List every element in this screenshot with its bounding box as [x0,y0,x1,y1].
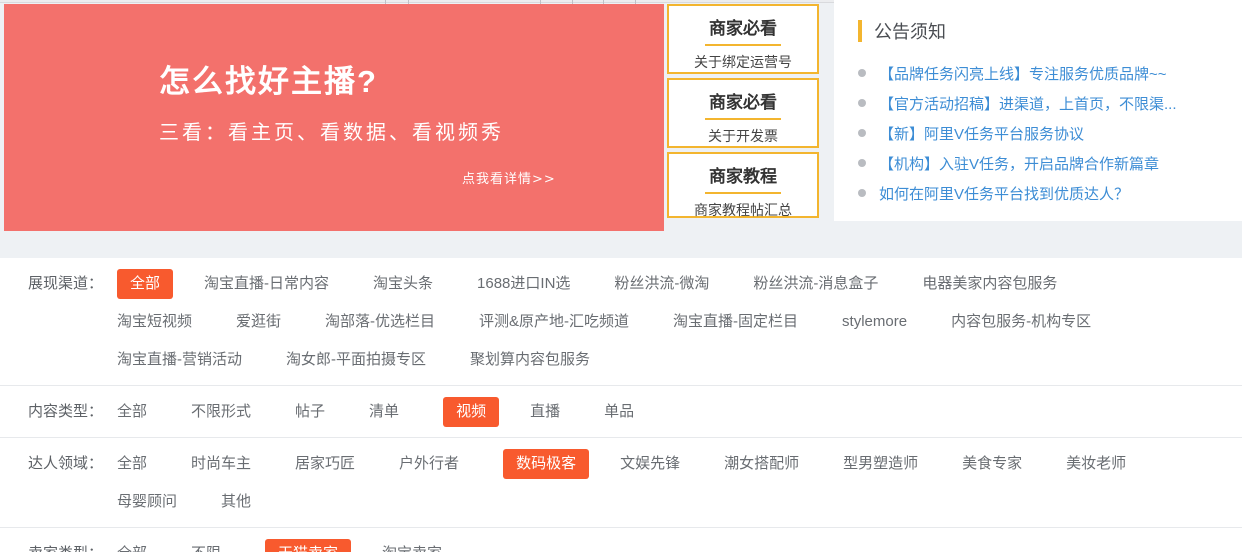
merchant-card[interactable]: 商家必看关于开发票 [667,78,819,148]
banner-subtitle: 三看：看主页、看数据、看视频秀 [159,116,504,145]
filter-option[interactable]: 淘女郎-平面拍摄专区 [286,350,426,370]
header-section: 怎么找好主播? 三看：看主页、看数据、看视频秀 点我看详情>> 商家必看关于绑定… [0,0,1242,232]
announcement-link[interactable]: 【官方活动招稿】进渠道，上首页，不限渠... [879,93,1177,114]
filter-option[interactable]: 全部 [117,544,147,552]
card-subtitle-link[interactable]: 关于绑定运营号 [669,52,817,72]
filter-option-selected[interactable]: 天猫卖家 [265,539,351,552]
filter-option[interactable]: 全部 [117,454,147,474]
filter-option[interactable]: 淘宝短视频 [117,312,192,332]
filter-label: 展现渠道： [0,265,117,379]
filter-option-row: 母婴顾问 其他 [117,483,1242,521]
bullet-icon [858,129,866,137]
filter-option[interactable]: 淘宝直播-日常内容 [204,274,329,294]
announcement-link[interactable]: 如何在阿里V任务平台找到优质达人？ [879,183,1129,204]
filter-option[interactable]: 电器美家内容包服务 [922,274,1057,294]
banner-cta-link[interactable]: 点我看详情>> [462,168,556,187]
card-subtitle-link[interactable]: 关于开发票 [669,126,817,146]
filter-option-row: 淘宝直播-营销活动 淘女郎-平面拍摄专区 聚划算内容包服务 [117,341,1242,379]
filter-option[interactable]: 户外行者 [399,454,459,474]
filter-option[interactable]: 爱逛街 [236,312,281,332]
filter-option[interactable]: 帖子 [295,402,325,422]
announcement-link[interactable]: 【机构】入驻V任务，开启品牌合作新篇章 [879,153,1159,174]
filter-option[interactable]: 淘宝头条 [373,274,433,294]
announcement-link[interactable]: 【品牌任务闪亮上线】专注服务优质品牌~~ [879,63,1167,84]
filter-label: 达人领域： [0,445,117,521]
filter-section-seller-type: 卖家类型：全部 不限 天猫卖家 淘宝卖家 [0,527,1242,552]
filter-option[interactable]: 不限 [191,544,221,552]
announcement-list: 【品牌任务闪亮上线】专注服务优质品牌~~ 【官方活动招稿】进渠道，上首页，不限渠.… [858,58,1228,208]
title-bar-icon [858,20,862,42]
card-divider-icon [705,44,781,46]
filter-option[interactable]: 文娱先锋 [620,454,680,474]
card-title: 商家必看 [669,88,817,113]
filter-option[interactable]: stylemore [842,312,907,332]
filter-option[interactable]: 聚划算内容包服务 [470,350,590,370]
announcement-item[interactable]: 如何在阿里V任务平台找到优质达人？ [858,178,1228,208]
filter-option-row: 全部 不限 天猫卖家 淘宝卖家 [117,535,1242,552]
announcement-item[interactable]: 【机构】入驻V任务，开启品牌合作新篇章 [858,148,1228,178]
tab-strip [0,0,834,3]
bullet-icon [858,69,866,77]
filter-section-display-channel: 展现渠道：全部 淘宝直播-日常内容 淘宝头条 1688进口IN选 粉丝洪流-微淘 粉丝洪流… [0,258,1242,385]
filter-option[interactable]: 评测&原产地-汇吃频道 [479,312,629,332]
filter-option-selected[interactable]: 数码极客 [503,449,589,479]
filter-option[interactable]: 单品 [604,402,634,422]
banner-title: 怎么找好主播? [159,56,378,101]
filter-options: 全部 不限形式 帖子 清单 视频 直播 单品 [117,393,1242,431]
filter-option-row: 淘宝短视频 爱逛街 淘部落-优选栏目 评测&原产地-汇吃频道 淘宝直播-固定栏目 styl… [117,303,1242,341]
merchant-cards: 商家必看关于绑定运营号商家必看关于开发票商家教程商家教程帖汇总 [667,4,819,222]
filter-option[interactable]: 美食专家 [962,454,1022,474]
card-divider-icon [705,118,781,120]
filter-option[interactable]: 淘宝直播-固定栏目 [673,312,798,332]
filter-option[interactable]: 淘宝卖家 [382,544,442,552]
filter-option[interactable]: 1688进口IN选 [477,274,570,294]
filter-option[interactable]: 型男塑造师 [843,454,918,474]
filter-option[interactable]: 粉丝洪流-消息盒子 [753,274,878,294]
filter-option[interactable]: 直播 [530,402,560,422]
bullet-icon [858,189,866,197]
announcement-title: 公告须知 [874,18,946,44]
filter-options: 全部 时尚车主 居家巧匠 户外行者 数码极客 文娱先锋 潮女搭配师 型男塑造师 美食专家 美妆老师… [117,445,1242,521]
filter-option[interactable]: 内容包服务-机构专区 [951,312,1091,332]
announcement-header: 公告须知 [858,18,1228,44]
filter-options: 全部 淘宝直播-日常内容 淘宝头条 1688进口IN选 粉丝洪流-微淘 粉丝洪流-消息盒子… [117,265,1242,379]
promo-banner[interactable]: 怎么找好主播? 三看：看主页、看数据、看视频秀 点我看详情>> [4,4,664,231]
merchant-card[interactable]: 商家教程商家教程帖汇总 [667,152,819,218]
filter-option[interactable]: 时尚车主 [191,454,251,474]
card-subtitle-link[interactable]: 商家教程帖汇总 [669,200,817,220]
bullet-icon [858,159,866,167]
card-divider-icon [705,192,781,194]
card-title: 商家教程 [669,162,817,187]
announcement-link[interactable]: 【新】阿里V任务平台服务协议 [879,123,1084,144]
filter-option-selected[interactable]: 视频 [443,397,499,427]
merchant-card[interactable]: 商家必看关于绑定运营号 [667,4,819,74]
card-title: 商家必看 [669,14,817,39]
announcement-item[interactable]: 【官方活动招稿】进渠道，上首页，不限渠... [858,88,1228,118]
announcement-item[interactable]: 【新】阿里V任务平台服务协议 [858,118,1228,148]
filter-option[interactable]: 清单 [369,402,399,422]
announcement-item[interactable]: 【品牌任务闪亮上线】专注服务优质品牌~~ [858,58,1228,88]
filter-option[interactable]: 不限形式 [191,402,251,422]
filter-option-selected[interactable]: 全部 [117,269,173,299]
filter-option[interactable]: 淘部落-优选栏目 [325,312,435,332]
filter-option[interactable]: 其他 [221,492,251,512]
filter-option-row: 全部 淘宝直播-日常内容 淘宝头条 1688进口IN选 粉丝洪流-微淘 粉丝洪流-消息盒子… [117,265,1242,303]
filter-section-content-type: 内容类型：全部 不限形式 帖子 清单 视频 直播 单品 [0,385,1242,437]
bullet-icon [858,99,866,107]
filter-option[interactable]: 美妆老师 [1066,454,1126,474]
filter-option[interactable]: 全部 [117,402,147,422]
filter-section-talent-field: 达人领域：全部 时尚车主 居家巧匠 户外行者 数码极客 文娱先锋 潮女搭配师 型男塑造师 美食专… [0,437,1242,527]
announcement-panel: 公告须知 【品牌任务闪亮上线】专注服务优质品牌~~ 【官方活动招稿】进渠道，上首页… [834,0,1242,221]
filter-option-row: 全部 时尚车主 居家巧匠 户外行者 数码极客 文娱先锋 潮女搭配师 型男塑造师 美食专家 美妆老师 [117,445,1242,483]
filter-option[interactable]: 粉丝洪流-微淘 [614,274,709,294]
filter-option-row: 全部 不限形式 帖子 清单 视频 直播 单品 [117,393,1242,431]
filter-option[interactable]: 淘宝直播-营销活动 [117,350,242,370]
filter-options: 全部 不限 天猫卖家 淘宝卖家 [117,535,1242,552]
filter-option[interactable]: 潮女搭配师 [724,454,799,474]
filter-label: 卖家类型： [0,535,117,552]
filter-panel: 展现渠道：全部淘宝直播-日常内容淘宝头条1688进口IN选粉丝洪流-微淘粉丝洪流… [0,258,1242,552]
filter-option[interactable]: 居家巧匠 [295,454,355,474]
filter-label: 内容类型： [0,393,117,431]
filter-option[interactable]: 母婴顾问 [117,492,177,512]
